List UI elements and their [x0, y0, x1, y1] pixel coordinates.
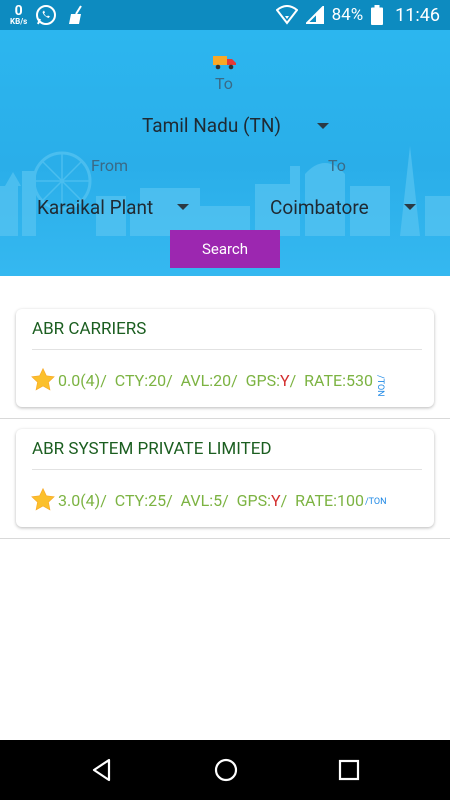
gps-label: GPS:	[236, 490, 271, 510]
available: AVL:20/	[180, 370, 238, 390]
network-speed-unit: KB/s	[10, 17, 28, 26]
card-divider	[32, 349, 422, 350]
transporter-name: ABR CARRIERS	[32, 319, 147, 339]
network-speed-value: 0	[14, 3, 23, 19]
capacity: CTY:20/	[114, 370, 173, 390]
gps-value: Y	[280, 370, 290, 390]
list-item[interactable]: ABR CARRIERS 0.0(4)/ CTY:20/ AVL:20/ GPS…	[0, 276, 450, 419]
card-divider	[32, 469, 422, 470]
broom-icon	[69, 5, 83, 24]
search-header: To Tamil Nadu (TN) From To Karaikal Plan…	[0, 30, 450, 276]
to-dropdown[interactable]: Coimbatore	[270, 196, 369, 219]
search-button[interactable]: Search	[170, 230, 280, 268]
list-item[interactable]: ABR SYSTEM PRIVATE LIMITED 3.0(4)/ CTY:2…	[0, 419, 450, 539]
whatsapp-icon	[36, 5, 57, 25]
signal-icon	[275, 5, 298, 25]
home-icon[interactable]	[213, 757, 239, 783]
cell-signal-icon	[305, 6, 324, 24]
gps-separator: /	[289, 370, 297, 390]
to-city-label: To	[328, 156, 346, 175]
transporter-card[interactable]: ABR CARRIERS 0.0(4)/ CTY:20/ AVL:20/ GPS…	[16, 309, 434, 407]
rate-unit: /TON	[364, 496, 387, 507]
transporter-card[interactable]: ABR SYSTEM PRIVATE LIMITED 3.0(4)/ CTY:2…	[16, 429, 434, 527]
rating: 3.0(4)/	[58, 490, 107, 510]
transporter-info: 3.0(4)/ CTY:25/ AVL:5/ GPS:Y/ RATE:100 /…	[30, 487, 387, 513]
transporter-info: 0.0(4)/ CTY:20/ AVL:20/ GPS:Y/ RATE:530 …	[30, 367, 385, 397]
battery-icon	[371, 5, 384, 25]
from-label: From	[91, 156, 129, 175]
gps-label: GPS:	[245, 370, 280, 390]
state-dropdown-arrow-icon[interactable]	[317, 123, 329, 129]
gps-separator: /	[280, 490, 288, 510]
navigation-bar	[0, 740, 450, 800]
back-icon[interactable]	[89, 757, 115, 783]
network-speed: 0 KB/s	[10, 4, 27, 26]
city-skyline-illustration	[0, 146, 450, 236]
battery-percent: 84%	[331, 5, 364, 25]
rating: 0.0(4)/	[58, 370, 107, 390]
clock: 11:46	[395, 4, 440, 26]
transporter-name: ABR SYSTEM PRIVATE LIMITED	[32, 439, 272, 459]
rate: RATE:100	[295, 490, 364, 510]
to-state-label: To	[215, 74, 233, 93]
rate-unit: /TON	[374, 375, 385, 397]
rate: RATE:530	[304, 370, 373, 390]
from-dropdown[interactable]: Karaikal Plant	[37, 196, 153, 219]
state-dropdown[interactable]: Tamil Nadu (TN)	[142, 114, 281, 137]
capacity: CTY:25/	[114, 490, 173, 510]
truck-icon	[213, 56, 236, 70]
to-dropdown-arrow-icon[interactable]	[404, 204, 416, 210]
star-icon	[31, 367, 55, 391]
available: AVL:5/	[180, 490, 229, 510]
status-bar: 0 KB/s 84% 11:46	[0, 0, 450, 30]
from-dropdown-arrow-icon[interactable]	[177, 204, 189, 210]
recents-icon[interactable]	[337, 758, 361, 782]
star-icon	[31, 487, 55, 511]
rate-unit-text: /TON	[374, 375, 385, 397]
gps-value: Y	[271, 490, 281, 510]
